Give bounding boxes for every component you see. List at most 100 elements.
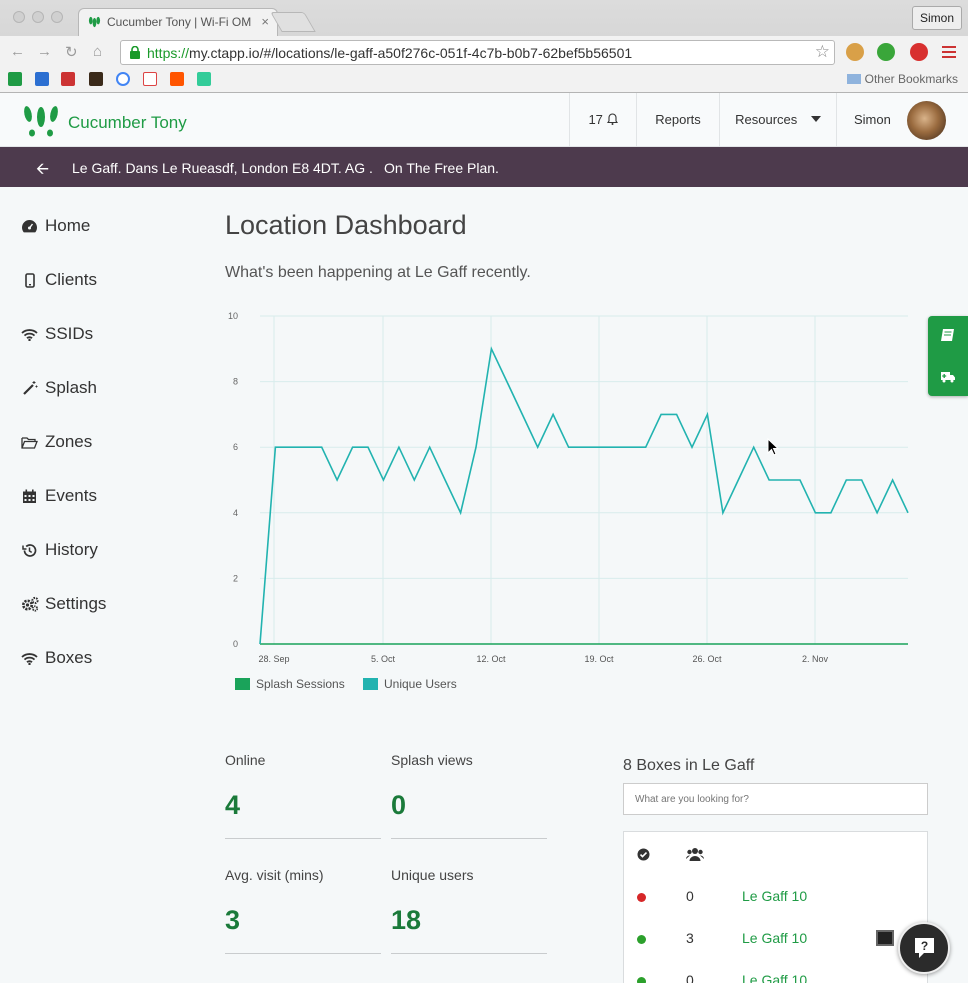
side-tools-panel: [928, 316, 968, 396]
bookmark-hash-icon[interactable]: [89, 72, 103, 86]
splash-views-value: 0: [391, 790, 407, 820]
users-icon[interactable]: [686, 847, 704, 861]
online-value: 4: [225, 790, 241, 820]
sidebar-item-home[interactable]: Home: [20, 214, 90, 238]
wifi-icon: [20, 326, 39, 342]
location-bar: 🡨 Le Gaff. Dans Le Rueasdf, London E8 4D…: [0, 147, 968, 187]
home-icon[interactable]: ⌂: [93, 43, 102, 60]
other-bookmarks[interactable]: Other Bookmarks: [846, 72, 958, 86]
close-window-button[interactable]: [13, 11, 25, 23]
history-icon: [20, 542, 39, 558]
avg-visit-label: Avg. visit (mins): [225, 867, 324, 883]
y-tick-label: 4: [233, 508, 238, 518]
series-line: [259, 346, 909, 645]
box-name-link[interactable]: Le Gaff 10: [742, 972, 807, 983]
boxes-title: 8 Boxes in Le Gaff: [623, 757, 755, 774]
other-bookmarks-label: Other Bookmarks: [864, 72, 958, 86]
reports-link[interactable]: Reports: [636, 93, 719, 147]
gears-icon: [20, 596, 39, 612]
boxes-search-input[interactable]: [623, 783, 928, 815]
sidebar-item-label: Boxes: [45, 648, 93, 667]
wifi-icon: [20, 650, 39, 666]
menu-icon[interactable]: [942, 46, 956, 58]
page-title: Location Dashboard: [225, 210, 467, 240]
ambulance-icon[interactable]: [940, 369, 956, 383]
url-scheme: https://: [147, 45, 190, 61]
y-tick-label: 2: [233, 573, 238, 583]
folder-icon: [846, 74, 861, 84]
bookmark-octo-icon[interactable]: [197, 72, 211, 86]
sidebar-item-ssids[interactable]: SSIDs: [20, 322, 93, 346]
check-circle-icon[interactable]: [637, 848, 650, 861]
sidebar: Home Clients SSIDs Splash Zones Events H…: [0, 187, 200, 983]
divider: [225, 838, 381, 839]
box-name-link[interactable]: Le Gaff 10: [742, 888, 807, 904]
book-icon[interactable]: [940, 328, 956, 342]
back-arrow-icon[interactable]: 🡨: [36, 158, 49, 185]
profile-button[interactable]: Simon: [911, 6, 962, 30]
status-dot: [637, 935, 646, 944]
avatar[interactable]: [907, 101, 946, 140]
maximize-window-button[interactable]: [51, 11, 63, 23]
reports-label: Reports: [655, 112, 701, 127]
client-count: 0: [686, 972, 694, 983]
sidebar-item-clients[interactable]: Clients: [20, 268, 97, 292]
brand-name[interactable]: Cucumber Tony: [68, 113, 187, 133]
avg-visit-value: 3: [225, 905, 241, 935]
cookie-extension-icon[interactable]: [846, 43, 864, 61]
sidebar-item-settings[interactable]: Settings: [20, 592, 106, 616]
sidebar-item-boxes[interactable]: Boxes: [20, 646, 92, 670]
table-row[interactable]: 0 Le Gaff 10: [624, 960, 927, 983]
legend-swatch: [363, 678, 378, 690]
minimize-window-button[interactable]: [32, 11, 44, 23]
table-row[interactable]: 0 Le Gaff 10: [624, 876, 927, 918]
activity-chart: 0 2 4 6 8 10 28. Sep 5. Oct 12. Oct 19. Oct 26. Oc…: [228, 311, 909, 691]
cucumber-logo-icon[interactable]: [22, 103, 60, 139]
unique-users-label: Unique users: [391, 867, 474, 883]
reload-icon[interactable]: ↻: [65, 43, 78, 61]
sidebar-item-zones[interactable]: Zones: [20, 430, 92, 454]
tab-close-icon[interactable]: ×: [261, 14, 269, 29]
y-tick-label: 8: [233, 377, 238, 387]
sidebar-item-label: SSIDs: [45, 324, 94, 343]
browser-tab[interactable]: Cucumber Tony | Wi-Fi OM ×: [78, 8, 278, 36]
resources-dropdown[interactable]: Resources: [719, 93, 836, 147]
bookmark-trello-icon[interactable]: [61, 72, 75, 86]
box-name-link[interactable]: Le Gaff 10: [742, 930, 807, 946]
notifications-button[interactable]: 17: [569, 93, 636, 147]
back-icon[interactable]: ←: [10, 43, 25, 60]
bookmark-calendar-icon[interactable]: [35, 72, 49, 86]
adblock-extension-icon[interactable]: [910, 43, 928, 61]
mouse-cursor-icon: [767, 438, 779, 456]
bookmark-google-icon[interactable]: [116, 72, 130, 86]
tab-strip: Cucumber Tony | Wi-Fi OM × Simon: [0, 0, 968, 36]
browser-toolbar: ← → ↻ ⌂ https://my.ctapp.io/#/locations/…: [0, 36, 968, 68]
bookmark-star-icon[interactable]: ☆: [815, 42, 830, 62]
bookmark-soundcloud-icon[interactable]: [170, 72, 184, 86]
online-label: Online: [225, 752, 266, 768]
browser-chrome: Cucumber Tony | Wi-Fi OM × Simon ← → ↻ ⌂…: [0, 0, 968, 93]
table-row[interactable]: 3 Le Gaff 10: [624, 918, 927, 960]
divider: [391, 953, 547, 954]
user-menu[interactable]: Simon: [836, 93, 968, 147]
address-bar[interactable]: https://my.ctapp.io/#/locations/le-gaff-…: [120, 40, 835, 65]
forward-icon[interactable]: →: [37, 43, 52, 60]
legend-label: Unique Users: [384, 677, 457, 691]
hangouts-extension-icon[interactable]: [877, 43, 895, 61]
plan-label[interactable]: On The Free Plan.: [384, 160, 499, 176]
boxes-table: 0 Le Gaff 10 3 Le Gaff 10 0 Le Gaff 10: [623, 831, 928, 983]
sidebar-item-label: Splash: [45, 378, 97, 397]
magic-wand-icon: [20, 380, 39, 396]
bookmark-cucumber-icon[interactable]: [8, 72, 22, 86]
bookmark-gmail-icon[interactable]: [143, 72, 157, 86]
calendar-icon: [20, 488, 39, 504]
sidebar-item-events[interactable]: Events: [20, 484, 97, 508]
resources-label: Resources: [735, 112, 798, 127]
help-chat-button[interactable]: ?: [898, 922, 950, 974]
sidebar-item-history[interactable]: History: [20, 538, 98, 562]
x-tick-label: 2. Nov: [802, 654, 829, 664]
sidebar-item-splash[interactable]: Splash: [20, 376, 97, 400]
location-address: Le Gaff. Dans Le Rueasdf, London E8 4DT.…: [72, 160, 373, 176]
y-tick-label: 6: [233, 442, 238, 452]
user-name: Simon: [854, 112, 891, 127]
